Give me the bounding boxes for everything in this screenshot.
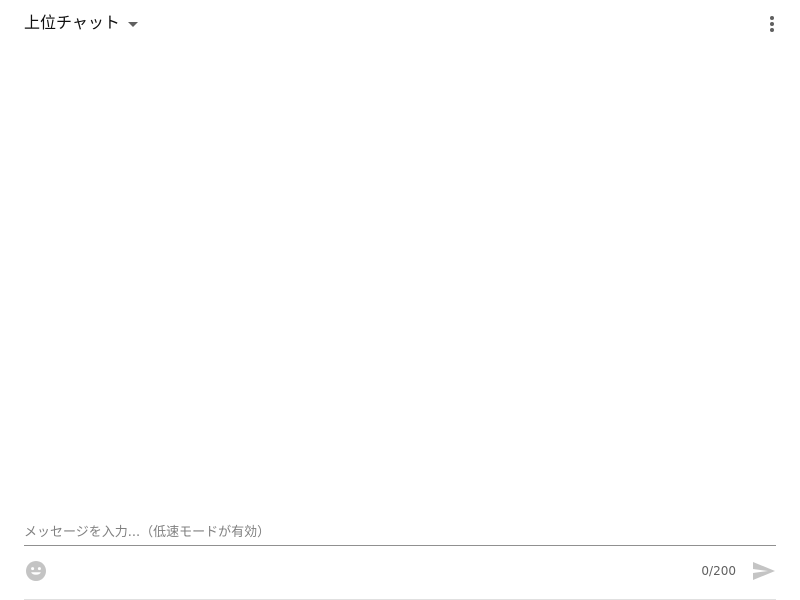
emoji-button[interactable] bbox=[25, 560, 47, 582]
chat-header: 上位チャット bbox=[0, 0, 800, 46]
chat-mode-label: 上位チャット bbox=[24, 13, 120, 32]
character-counter: 0/200 bbox=[701, 564, 736, 578]
emoji-icon bbox=[26, 561, 46, 581]
message-input[interactable]: メッセージを入力...（低速モードが有効） bbox=[24, 522, 776, 544]
live-chat-panel: 上位チャット メッセージを入力...（低速モードが有効） 0/200 bbox=[0, 0, 800, 600]
caret-down-icon bbox=[127, 21, 138, 27]
send-icon bbox=[753, 562, 775, 580]
chat-messages-area[interactable] bbox=[0, 46, 800, 516]
chat-mode-dropdown[interactable]: 上位チャット bbox=[24, 10, 138, 36]
more-options-button[interactable] bbox=[760, 12, 784, 36]
input-underline bbox=[24, 545, 776, 546]
send-button[interactable] bbox=[752, 560, 776, 582]
more-vertical-icon bbox=[770, 16, 774, 32]
